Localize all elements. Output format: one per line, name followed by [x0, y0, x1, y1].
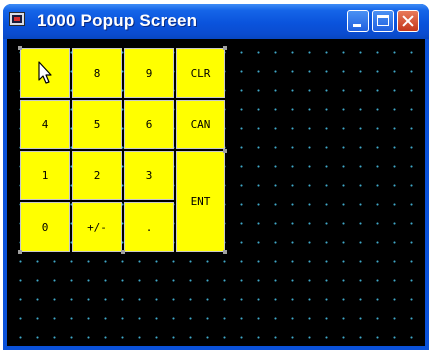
- minimize-button[interactable]: [347, 10, 369, 32]
- selection-handle[interactable]: [223, 250, 227, 254]
- arrow-select-key[interactable]: [20, 48, 70, 98]
- app-window-icon[interactable]: [9, 12, 25, 26]
- key-3[interactable]: 3: [124, 151, 174, 200]
- clear-button[interactable]: CLR: [176, 48, 225, 98]
- key-6[interactable]: 6: [124, 100, 174, 149]
- enter-button[interactable]: ENT: [176, 151, 225, 252]
- screen-canvas[interactable]: 8 9 CLR 4 5 6 CAN 1 2 3 ENT 0 +/- .: [7, 39, 425, 346]
- selection-handle[interactable]: [18, 46, 22, 50]
- key-0[interactable]: 0: [20, 202, 70, 252]
- title-bar[interactable]: 1000 Popup Screen: [3, 4, 429, 39]
- arrow-cursor-icon: [38, 61, 52, 84]
- key-2[interactable]: 2: [72, 151, 122, 200]
- decimal-point-button[interactable]: .: [124, 202, 174, 252]
- popup-window: 1000 Popup Screen 8 9 CLR 4 5 6 CAN 1 2 …: [3, 4, 429, 350]
- selection-handle[interactable]: [223, 46, 227, 50]
- close-icon: [398, 11, 418, 31]
- close-button[interactable]: [397, 10, 419, 32]
- key-8[interactable]: 8: [72, 48, 122, 98]
- maximize-icon: [377, 15, 389, 26]
- window-title: 1000 Popup Screen: [37, 11, 198, 30]
- selection-handle[interactable]: [223, 149, 227, 153]
- key-9[interactable]: 9: [124, 48, 174, 98]
- key-4[interactable]: 4: [20, 100, 70, 149]
- plus-minus-button[interactable]: +/-: [72, 202, 122, 252]
- cancel-button[interactable]: CAN: [176, 100, 225, 149]
- minimize-icon: [353, 24, 361, 27]
- key-5[interactable]: 5: [72, 100, 122, 149]
- maximize-button[interactable]: [372, 10, 394, 32]
- selection-handle[interactable]: [121, 250, 125, 254]
- key-1[interactable]: 1: [20, 151, 70, 200]
- selection-handle[interactable]: [18, 250, 22, 254]
